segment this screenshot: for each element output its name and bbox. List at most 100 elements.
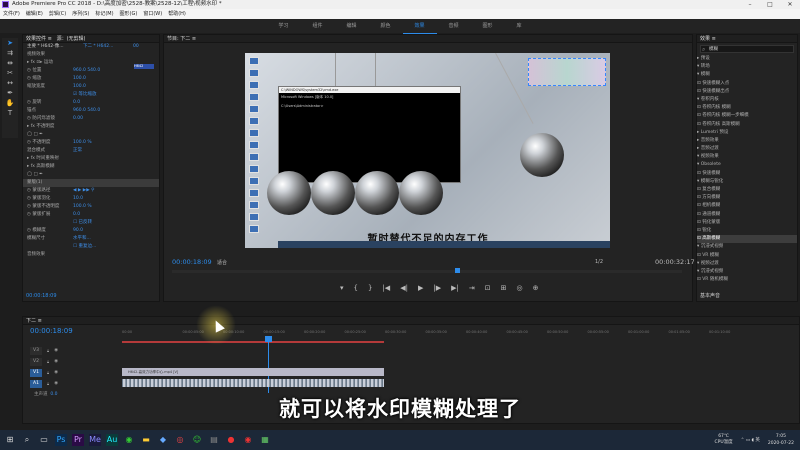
slip-tool-icon[interactable]: ↔: [4, 79, 16, 88]
search-icon[interactable]: ⌕: [21, 434, 33, 446]
workspace-tab[interactable]: 编辑: [334, 19, 368, 33]
ec-property-row[interactable]: ◷ 旋转 0.0: [23, 99, 159, 107]
ec-property-row[interactable]: ◷ 蒙版羽化 10.0: [23, 195, 159, 203]
eye-icon[interactable]: ◉: [54, 370, 58, 375]
workspace-tab[interactable]: 图形: [471, 19, 505, 33]
ec-property-row[interactable]: ☐ 已反转: [23, 219, 159, 227]
ec-property-value[interactable]: 100.0 %: [73, 203, 92, 211]
ec-property-row[interactable]: 锚点 960.0 540.0: [23, 107, 159, 115]
ec-property-value[interactable]: 100.0 %: [73, 139, 92, 147]
ec-property-row[interactable]: 模糊尺寸 水平和...: [23, 235, 159, 243]
ec-property-row[interactable]: ☐ 重复边...: [23, 243, 159, 251]
premiere-icon[interactable]: Pr: [72, 434, 84, 446]
ec-property-row[interactable]: ◷ 模糊度 90.0: [23, 227, 159, 235]
ec-property-row[interactable]: ☑ 等比缩放: [23, 91, 159, 99]
workspace-tab[interactable]: 库: [505, 19, 534, 33]
ec-property-row[interactable]: ◷ 蒙版扩展 0.0: [23, 211, 159, 219]
ec-property-value[interactable]: ◀ ▶ ▶▶ ⚲: [73, 187, 94, 195]
ec-sequence[interactable]: 下二 * H642...: [83, 43, 113, 51]
ec-property-row[interactable]: ▸ fx 高斯模糊: [23, 163, 159, 171]
app2-icon[interactable]: ▤: [208, 434, 220, 446]
ec-property-value[interactable]: 10.0: [73, 195, 83, 203]
selection-tool-icon[interactable]: ➤: [4, 39, 16, 48]
eye-icon[interactable]: ◉: [54, 348, 58, 353]
ec-property-row[interactable]: 缩放宽度 100.0: [23, 83, 159, 91]
lock-icon[interactable]: 🔒︎: [47, 359, 49, 364]
effects-tree-item[interactable]: ⊡ 方向模糊: [697, 194, 797, 202]
track-target-toggle[interactable]: A1: [30, 379, 42, 388]
effects-tree-item[interactable]: ▾ Obsolete: [697, 161, 797, 169]
program-playhead[interactable]: [455, 268, 460, 273]
lock-icon[interactable]: 🔒︎: [47, 348, 49, 353]
maximize-icon[interactable]: □: [760, 0, 780, 9]
tray-icons[interactable]: ⌃ ▭ ◖ 英: [741, 437, 760, 443]
transport-button-icon[interactable]: ⊕: [533, 284, 539, 292]
eye-icon[interactable]: ◉: [54, 359, 58, 364]
transport-button-icon[interactable]: ▶|: [451, 284, 459, 292]
track-target-toggle[interactable]: V2: [30, 357, 42, 366]
program-scrubber[interactable]: [172, 268, 682, 273]
menu-item[interactable]: 剪辑(C): [49, 9, 66, 19]
ec-property-row[interactable]: ▸ fx 不透明度: [23, 123, 159, 131]
source-tab-label[interactable]: 源：(无剪辑): [57, 36, 86, 42]
transport-button-icon[interactable]: ◎: [516, 284, 522, 292]
resolution-dropdown[interactable]: 1/2: [595, 259, 603, 265]
clock[interactable]: 7:05 2020-07-22: [768, 433, 794, 447]
ec-property-row[interactable]: ◯ □ ✒: [23, 131, 159, 139]
wechat-icon[interactable]: ◉: [123, 434, 135, 446]
minimize-icon[interactable]: –: [740, 0, 760, 9]
effects-search-input[interactable]: 模糊: [700, 45, 794, 53]
effects-tree-item[interactable]: ▾ 模糊与锐化: [697, 178, 797, 186]
lock-icon[interactable]: 🔒︎: [47, 381, 49, 386]
ec-source-row[interactable]: 主要 * H642-像... 下二 * H642... 00: [23, 43, 159, 51]
ec-property-value[interactable]: 0.0: [73, 211, 80, 219]
transport-button-icon[interactable]: |▶: [433, 284, 441, 292]
effects-tree-item[interactable]: ▸ 预设: [697, 55, 797, 63]
record-icon[interactable]: ●: [225, 434, 237, 446]
recorder-icon[interactable]: ◉: [242, 434, 254, 446]
pen-tool-icon[interactable]: ✒: [4, 89, 16, 98]
photoshop-icon[interactable]: Ps: [55, 434, 67, 446]
task-view-icon[interactable]: ▭: [38, 434, 50, 446]
video-clip[interactable]: H642-高效力功享中心.mp4 [V]: [122, 368, 384, 376]
ec-property-value[interactable]: 正常: [73, 147, 82, 155]
menu-item[interactable]: 标记(M): [95, 9, 113, 19]
ec-property-row[interactable]: ◷ 蒙版路径 ◀ ▶ ▶▶ ⚲: [23, 187, 159, 195]
menu-item[interactable]: 文件(F): [3, 9, 20, 19]
razor-tool-icon[interactable]: ✂: [4, 69, 16, 78]
track-target-toggle[interactable]: V1: [30, 368, 42, 377]
effects-tree-item[interactable]: ▾ 转场: [697, 63, 797, 71]
ec-property-value[interactable]: 水平和...: [73, 235, 91, 243]
ec-property-value[interactable]: 0.0: [73, 99, 80, 107]
effects-tree-item[interactable]: ⊡ 通道模糊: [697, 211, 797, 219]
menu-item[interactable]: 图形(G): [120, 9, 138, 19]
ec-property-row[interactable]: ◷ 缩放 100.0: [23, 75, 159, 83]
effects-tree-item[interactable]: ▾ 沉浸式视频: [697, 243, 797, 251]
transport-button-icon[interactable]: ◀|: [400, 284, 408, 292]
ec-property-value[interactable]: ☐ 重复边...: [73, 243, 96, 251]
transport-button-icon[interactable]: |◀: [382, 284, 390, 292]
workspace-tab[interactable]: 颜色: [368, 19, 402, 33]
ec-property-row[interactable]: 音频效果: [23, 251, 159, 259]
track-target-toggle[interactable]: V3: [30, 346, 42, 355]
menu-item[interactable]: 窗口(W): [143, 9, 162, 19]
fit-dropdown[interactable]: 适合: [217, 259, 227, 266]
audio-clip[interactable]: [122, 379, 384, 387]
ec-property-value[interactable]: 0.00: [73, 115, 83, 123]
effect-controls-tab[interactable]: 效果控件 ≡ 源：(无剪辑): [23, 35, 159, 43]
program-tab[interactable]: 节目: 下二 ≡: [164, 35, 692, 43]
hand-tool-icon[interactable]: ✋: [4, 99, 16, 108]
ec-property-value[interactable]: ☑ 等比缩放: [73, 91, 96, 99]
effects-tab[interactable]: 效果 ≡: [697, 35, 797, 43]
eye-icon[interactable]: ◉: [54, 381, 58, 386]
chrome-icon[interactable]: ◎: [174, 434, 186, 446]
track-select-icon[interactable]: ⇉: [4, 49, 16, 58]
effects-tree-item[interactable]: ▾ 卷积内核: [697, 96, 797, 104]
ec-property-row[interactable]: ◯ □ ✒: [23, 171, 159, 179]
ec-property-value[interactable]: 960.0 540.0: [73, 107, 100, 115]
effects-tree-item[interactable]: ▸ 音频过渡: [697, 145, 797, 153]
type-tool-icon[interactable]: T: [4, 109, 16, 118]
effects-tree-item[interactable]: ⊡ 快速模糊出点: [697, 88, 797, 96]
effects-tree-item[interactable]: ⊡ VR 模糊: [697, 252, 797, 260]
lock-icon[interactable]: 🔒︎: [47, 370, 49, 375]
